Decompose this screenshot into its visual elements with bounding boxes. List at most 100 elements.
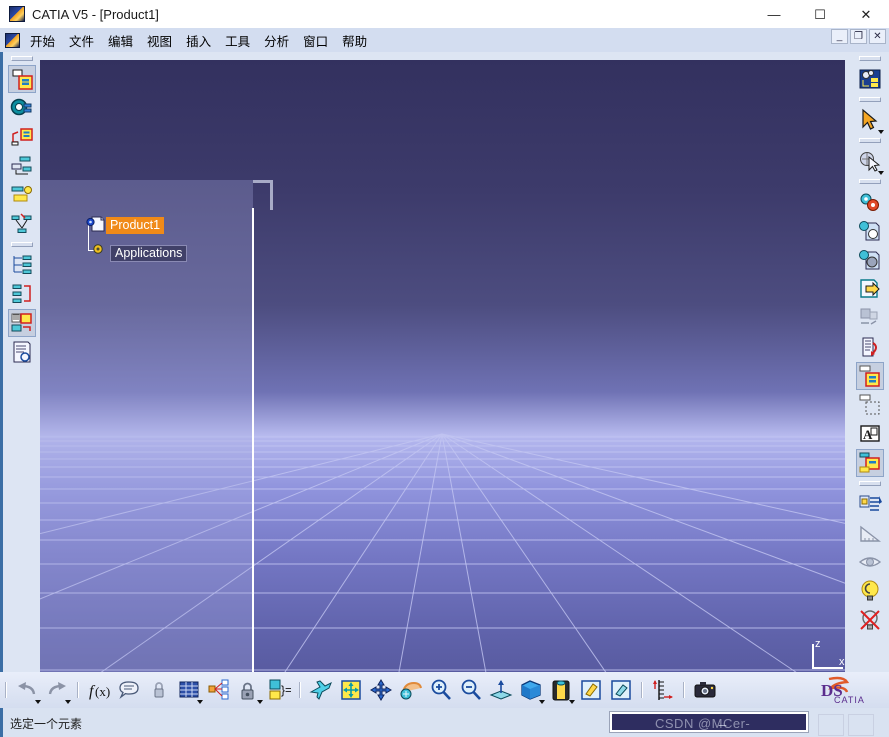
select-scene-icon[interactable] (856, 147, 884, 175)
maximize-button[interactable]: ☐ (797, 0, 843, 28)
zoom-in-button[interactable] (427, 676, 455, 704)
reuse-pattern-icon[interactable] (8, 309, 36, 337)
export-data-icon[interactable] (856, 275, 884, 303)
system-menu-icon[interactable] (5, 32, 20, 48)
enhanced-scene-icon[interactable] (856, 362, 884, 390)
product-structure-tools-icon[interactable] (8, 65, 36, 93)
undo-button[interactable] (13, 676, 41, 704)
fast-multi-instantiation-icon[interactable] (8, 251, 36, 279)
toolbar-separator-2 (77, 682, 79, 698)
no-lamp-icon[interactable] (856, 606, 884, 634)
catalog-browser-icon[interactable] (8, 94, 36, 122)
redo-button[interactable] (43, 676, 71, 704)
zoom-out-button[interactable] (457, 676, 485, 704)
normal-view-button[interactable] (487, 676, 515, 704)
right-toolbar-handle-5[interactable] (859, 481, 881, 486)
apply-material-icon[interactable] (856, 246, 884, 274)
product-document-icon (86, 216, 105, 232)
close-button[interactable]: ✕ (843, 0, 889, 28)
knowledge-expert-button[interactable]: }= (265, 676, 293, 704)
catia-logo-icon (9, 6, 25, 22)
chevron-down-icon-2[interactable] (878, 171, 884, 175)
chevron-down-icon-iso[interactable] (539, 700, 545, 704)
menu-view[interactable]: 视图 (140, 28, 179, 53)
right-toolbar-handle[interactable] (859, 56, 881, 61)
measure-item-icon[interactable] (856, 519, 884, 547)
graph-tree-reorder-icon[interactable] (8, 210, 36, 238)
lamp-highlight-icon[interactable] (856, 577, 884, 605)
mdi-close-button[interactable]: ✕ (869, 29, 886, 44)
chevron-down-icon-table[interactable] (197, 700, 203, 704)
capture-camera-button[interactable] (691, 676, 719, 704)
fly-mode-button[interactable] (307, 676, 335, 704)
knowledge-inspector-button[interactable] (205, 676, 233, 704)
right-toolbar-handle-3[interactable] (859, 138, 881, 143)
menu-edit[interactable]: 编辑 (101, 28, 140, 53)
right-toolbar: A (851, 52, 889, 672)
clash-detection-icon[interactable] (856, 548, 884, 576)
formula-button[interactable]: f (x) (85, 676, 113, 704)
chevron-down-icon-render[interactable] (569, 700, 575, 704)
design-table-button[interactable] (175, 676, 203, 704)
spec-tree-divider[interactable] (252, 208, 254, 722)
status-accent-strip (0, 708, 3, 737)
menu-insert[interactable]: 插入 (179, 28, 218, 53)
lock-small-button[interactable] (145, 676, 173, 704)
chevron-down-icon[interactable] (878, 130, 884, 134)
replace-component-icon[interactable] (8, 152, 36, 180)
left-toolbar-handle[interactable] (11, 56, 33, 61)
mdi-restore-button[interactable]: ❐ (850, 29, 867, 44)
mdi-minimize-button[interactable]: _ (831, 29, 848, 44)
menu-start[interactable]: 开始 (23, 28, 62, 53)
menu-help[interactable]: 帮助 (335, 28, 374, 53)
paste-special-icon[interactable] (856, 304, 884, 332)
tree-node-product1[interactable]: Product1 (86, 215, 165, 235)
chevron-down-icon-undo[interactable] (35, 700, 41, 704)
menu-window[interactable]: 窗口 (296, 28, 335, 53)
assembly-features-icon[interactable] (856, 65, 884, 93)
fit-all-in-button[interactable] (337, 676, 365, 704)
minimize-button[interactable]: — (751, 0, 797, 28)
isometric-view-button[interactable] (517, 676, 545, 704)
define-multi-instantiation-icon[interactable] (8, 280, 36, 308)
pan-button[interactable] (367, 676, 395, 704)
comment-button[interactable] (115, 676, 143, 704)
measure-between-button[interactable] (649, 676, 677, 704)
existing-component-icon[interactable] (8, 123, 36, 151)
exploded-view-icon[interactable] (856, 490, 884, 518)
axis-x-label: x (839, 656, 845, 668)
catalog-icon[interactable] (856, 449, 884, 477)
3d-viewport[interactable]: Product1 Applications z x (40, 60, 845, 722)
catia-application-window: CATIA V5 - [Product1] — ☐ ✕ 开始 文件 编辑 视图 … (0, 0, 889, 737)
update-all-icon[interactable] (856, 188, 884, 216)
manage-representations-icon[interactable] (856, 217, 884, 245)
swap-visible-space-button[interactable] (607, 676, 635, 704)
right-toolbar-handle-4[interactable] (859, 179, 881, 184)
menu-tools[interactable]: 工具 (218, 28, 257, 53)
tree-node-applications[interactable]: Applications (92, 244, 188, 262)
maximize-glyph: ☐ (814, 6, 826, 22)
scene-browser-icon[interactable] (856, 333, 884, 361)
bill-of-material-icon[interactable] (8, 338, 36, 366)
menu-analyze[interactable]: 分析 (257, 28, 296, 53)
chevron-down-icon-redo[interactable] (65, 700, 71, 704)
menu-file[interactable]: 文件 (62, 28, 101, 53)
mdi-window-controls: _ ❐ ✕ (831, 29, 886, 44)
render-style-button[interactable] (547, 676, 575, 704)
status-message: 选定一个元素 (10, 717, 83, 731)
left-toolbar-handle-2[interactable] (11, 242, 33, 247)
svg-text:}=: }= (281, 683, 291, 697)
chevron-down-icon-opt[interactable] (257, 700, 263, 704)
rotate-button[interactable] (397, 676, 425, 704)
bottom-toolbar: f (x)}= DS CATIA (0, 672, 889, 708)
generate-numbering-icon[interactable] (8, 181, 36, 209)
menu-bar: 开始 文件 编辑 视图 插入 工具 分析 窗口 帮助 (0, 28, 889, 52)
watermark-box-2 (848, 714, 874, 736)
toolbar-separator-3 (299, 682, 301, 698)
annotation-text-icon[interactable]: A (856, 420, 884, 448)
hide-show-button[interactable] (577, 676, 605, 704)
optimization-button[interactable] (235, 676, 263, 704)
right-toolbar-handle-2[interactable] (859, 97, 881, 102)
flexible-rigid-icon[interactable] (856, 391, 884, 419)
select-arrow-icon[interactable] (856, 106, 884, 134)
